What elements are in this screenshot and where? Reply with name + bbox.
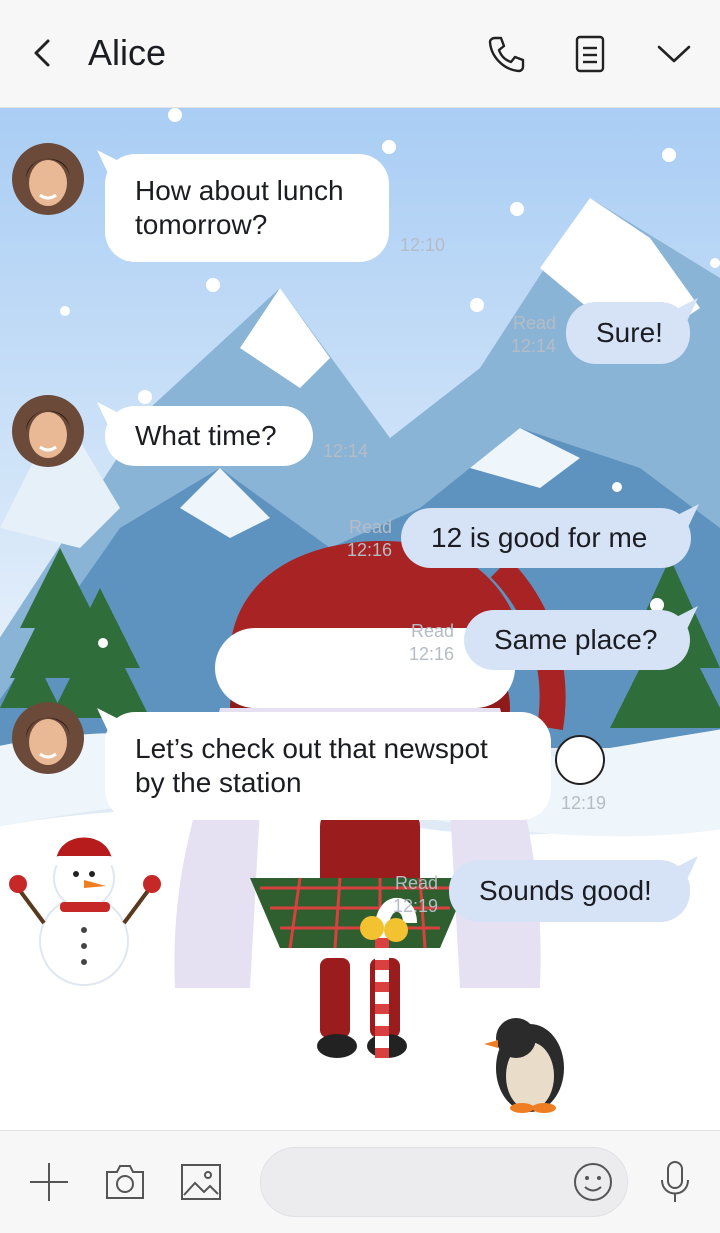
snowflake [60, 306, 70, 316]
menu-dropdown-button[interactable] [650, 30, 698, 78]
read-status: Read 12:16 [408, 621, 454, 664]
back-button[interactable] [22, 30, 62, 76]
snowflake [206, 278, 220, 292]
avatar[interactable] [12, 702, 84, 774]
avatar[interactable] [12, 395, 84, 467]
snowflake [612, 482, 622, 492]
message-text: Sure! [596, 317, 663, 348]
chevron-down-icon [657, 45, 691, 63]
avatar-photo [12, 702, 84, 774]
read-status: Read 12:19 [392, 873, 438, 916]
call-button[interactable] [482, 30, 530, 78]
add-button[interactable] [27, 1160, 71, 1204]
message-time: 12:10 [400, 235, 446, 255]
message-bubble[interactable]: Let’s check out that newspot by the stati… [105, 712, 551, 820]
message-text: What time? [135, 420, 277, 451]
message-bubble[interactable]: Same place? [464, 610, 690, 670]
message-text: How about lunch tomorrow? [135, 175, 344, 240]
snowflake [382, 140, 396, 154]
snowflake [296, 354, 306, 364]
notes-button[interactable] [566, 30, 614, 78]
notes-icon [575, 35, 605, 73]
snowflake [710, 258, 720, 268]
avatar[interactable] [12, 143, 84, 215]
message-bubble[interactable]: How about lunch tomorrow? [105, 154, 389, 262]
chat-header: Alice [0, 0, 720, 108]
camera-button[interactable] [103, 1160, 147, 1204]
plus-icon [30, 1163, 68, 1201]
avatar-photo [12, 143, 84, 215]
voice-button[interactable] [653, 1160, 697, 1204]
emoji-icon [574, 1163, 612, 1201]
snowflake [662, 148, 676, 162]
message-text: Let’s check out that newspot by the stati… [135, 733, 488, 798]
message-text: Sounds good! [479, 875, 652, 906]
message-bubble[interactable]: Sure! [566, 302, 690, 364]
image-icon [181, 1164, 221, 1200]
message-time: 12:14 [323, 441, 369, 461]
snowflake [168, 108, 182, 122]
read-status: Read 12:16 [346, 517, 392, 560]
phone-icon [488, 36, 525, 73]
camera-icon [106, 1165, 144, 1199]
message-bubble[interactable]: Sounds good! [449, 860, 690, 922]
microphone-icon [661, 1161, 689, 1202]
message-text: 12 is good for me [431, 522, 648, 553]
snowflake [138, 390, 152, 404]
message-time: 12:19 [561, 793, 607, 813]
emoji-button[interactable] [571, 1160, 615, 1204]
snowflake [98, 638, 108, 648]
snowflake [510, 202, 524, 216]
read-status: Read 12:14 [510, 313, 556, 356]
avatar-photo [12, 395, 84, 467]
back-chevron-icon [34, 39, 50, 67]
snowflake [470, 298, 484, 312]
message-bubble[interactable]: What time? [105, 406, 313, 466]
chat-title: Alice [88, 32, 167, 73]
chat-area[interactable]: How about lunch tomorrow? 12:10 Read 12:14… [0, 108, 720, 1130]
message-text: Same place? [494, 624, 658, 655]
message-bubble[interactable]: 12 is good for me [401, 508, 691, 568]
image-button[interactable] [179, 1160, 223, 1204]
